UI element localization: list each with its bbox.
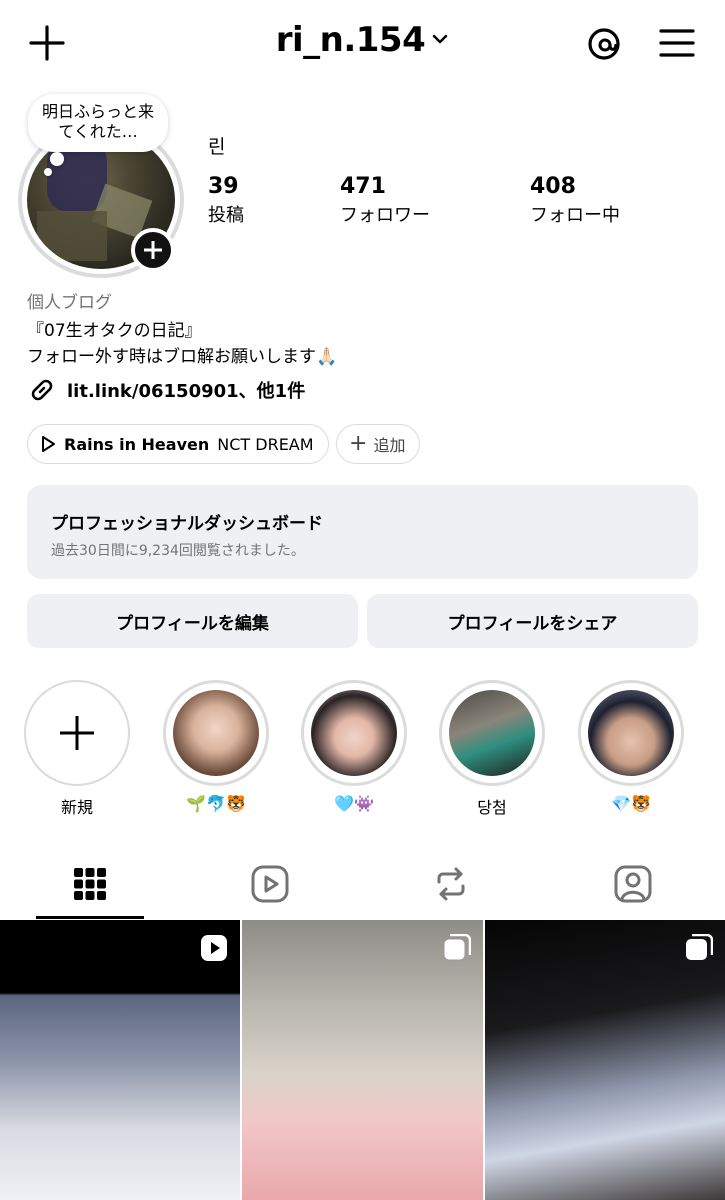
highlight-item[interactable]: 🩵👾 bbox=[300, 680, 408, 814]
carousel-icon bbox=[443, 934, 471, 961]
link-text: lit.link/06150901、他1件 bbox=[67, 381, 306, 402]
edit-profile-button[interactable]: プロフィールを編集 bbox=[27, 594, 358, 648]
grid-icon bbox=[74, 868, 106, 900]
highlight-item[interactable]: 🌱🐬🐯 bbox=[162, 680, 270, 814]
tab-posts-grid[interactable] bbox=[36, 850, 144, 918]
posts-grid bbox=[0, 920, 725, 1200]
reels-icon bbox=[251, 865, 289, 903]
post-thumbnail[interactable] bbox=[242, 920, 483, 1200]
content-tabs bbox=[0, 850, 725, 920]
plus-icon: + bbox=[349, 431, 368, 456]
stat-followers-label: フォロワー bbox=[340, 205, 430, 226]
dashboard-subtitle: 過去30日間に9,234回閲覧されました。 bbox=[51, 543, 305, 559]
display-name: 린 bbox=[208, 136, 226, 158]
carousel-icon bbox=[686, 934, 713, 960]
stat-followers-count: 471 bbox=[340, 174, 386, 199]
threads-icon[interactable] bbox=[584, 24, 624, 64]
bio-line: 『07生オタクの日記』 bbox=[27, 321, 202, 341]
stat-posts[interactable]: 39 投稿 bbox=[208, 174, 244, 227]
note-bubble-tail-small bbox=[44, 168, 52, 176]
reposts-icon bbox=[437, 867, 465, 901]
highlight-label: 🌱🐬🐯 bbox=[186, 794, 246, 813]
highlight-item[interactable]: 당첨 bbox=[438, 680, 546, 817]
stat-posts-count: 39 bbox=[208, 174, 239, 199]
music-pill[interactable]: Rains in Heaven NCT DREAM bbox=[27, 424, 329, 464]
stat-following-label: フォロー中 bbox=[530, 205, 620, 226]
professional-dashboard[interactable]: プロフェッショナルダッシュボード 過去30日間に9,234回閲覧されました。 bbox=[27, 485, 698, 579]
tab-reels[interactable] bbox=[216, 850, 324, 918]
active-tab-indicator bbox=[36, 916, 144, 919]
note-bubble-tail bbox=[50, 152, 64, 166]
share-profile-button[interactable]: プロフィールをシェア bbox=[367, 594, 698, 648]
stat-following-count: 408 bbox=[530, 174, 576, 199]
menu-icon[interactable] bbox=[658, 26, 696, 60]
highlight-label: 新規 bbox=[60, 798, 93, 817]
username: ri_n.154 bbox=[275, 20, 426, 60]
stat-following[interactable]: 408 フォロー中 bbox=[530, 174, 620, 227]
play-icon bbox=[42, 436, 55, 452]
note-bubble[interactable]: 明日ふらっと来てくれた… bbox=[28, 94, 168, 152]
post-thumbnail[interactable] bbox=[0, 920, 240, 1200]
highlight-cover bbox=[173, 690, 259, 776]
tagged-icon bbox=[614, 865, 652, 903]
highlight-item[interactable]: 💎🐯 bbox=[577, 680, 685, 814]
highlight-cover bbox=[588, 690, 674, 776]
stat-posts-label: 投稿 bbox=[208, 205, 244, 226]
add-story-button[interactable] bbox=[131, 228, 175, 272]
highlight-cover bbox=[449, 690, 535, 776]
highlight-label: 💎🐯 bbox=[611, 794, 651, 813]
link-icon bbox=[31, 379, 53, 401]
profile-link[interactable]: lit.link/06150901、他1件 bbox=[27, 374, 305, 406]
post-thumbnail[interactable] bbox=[485, 920, 725, 1200]
music-artist: NCT DREAM bbox=[217, 434, 314, 454]
add-button[interactable]: + 追加 bbox=[336, 424, 421, 464]
highlight-new[interactable]: 新規 bbox=[23, 680, 131, 817]
tab-tagged[interactable] bbox=[579, 850, 687, 918]
tab-reposts[interactable] bbox=[397, 850, 505, 918]
highlight-cover bbox=[311, 690, 397, 776]
highlight-label: 🩵👾 bbox=[334, 794, 374, 813]
bio-line: フォロー外す時はブロ解お願いします🙏🏻 bbox=[27, 347, 338, 367]
top-bar: ri_n.154 bbox=[0, 0, 725, 90]
new-highlight-icon bbox=[24, 680, 130, 786]
add-label: 追加 bbox=[373, 436, 406, 455]
profile-category: 個人ブログ bbox=[27, 293, 112, 313]
reel-icon bbox=[201, 935, 227, 961]
highlight-label: 당첨 bbox=[477, 798, 507, 817]
stat-followers[interactable]: 471 フォロワー bbox=[340, 174, 430, 227]
chevron-down-icon bbox=[433, 34, 448, 43]
music-title: Rains in Heaven bbox=[64, 434, 210, 454]
dashboard-title: プロフェッショナルダッシュボード bbox=[51, 514, 323, 534]
